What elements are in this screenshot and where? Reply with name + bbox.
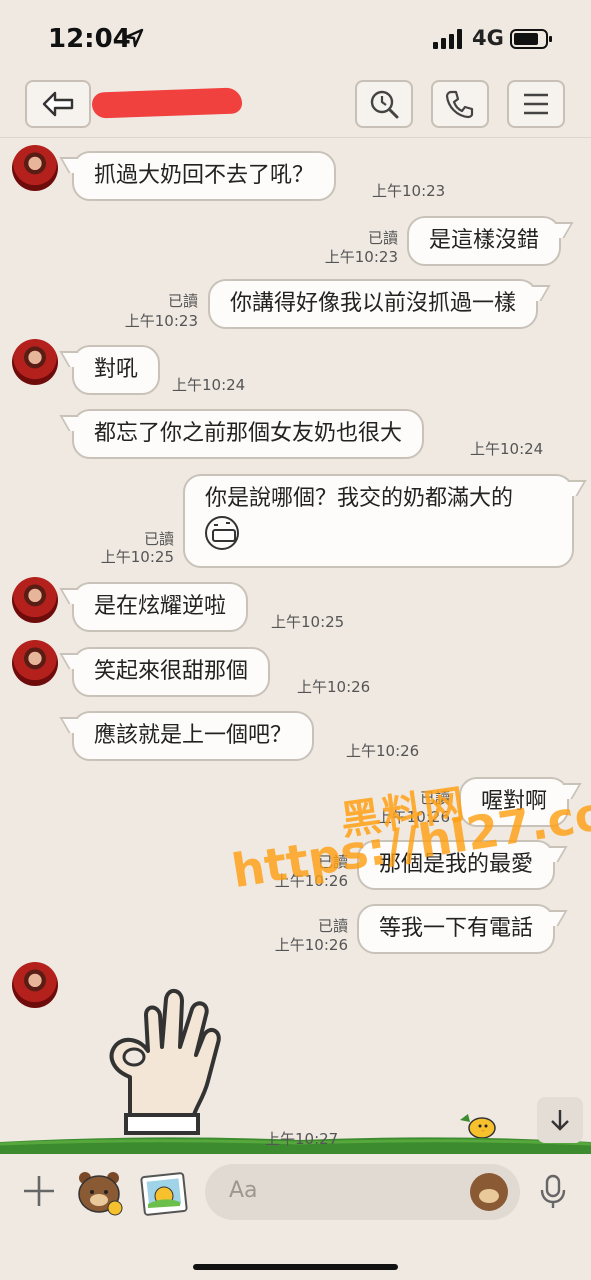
signal-icon [433, 29, 462, 49]
message-bubble[interactable]: 應該就是上一個吧？ [72, 711, 315, 761]
status-time: 12:04 [48, 24, 131, 54]
redacted-contact-name [91, 87, 243, 119]
message-time: 上午10:24 [172, 376, 246, 394]
back-button[interactable] [25, 80, 91, 128]
message-bubble[interactable]: 是在炫耀逆啦 [72, 582, 249, 632]
message-input[interactable] [229, 1178, 449, 1203]
avatar[interactable] [12, 339, 58, 385]
message-time: 上午10:24 [470, 440, 544, 458]
message-time: 上午10:25 [100, 548, 174, 566]
read-receipt: 已讀 [167, 292, 198, 310]
message-time: 上午10:26 [274, 936, 348, 954]
message-bubble[interactable]: 抓過大奶回不去了吼？ [72, 151, 337, 201]
message-bubble[interactable]: 對吼 [72, 345, 161, 395]
message-bubble[interactable]: 是這樣沒錯 [407, 216, 562, 266]
grimace-emoji-icon [205, 516, 239, 550]
menu-button[interactable] [507, 80, 565, 128]
status-bar: 12:04 4G [0, 0, 591, 72]
message-time: 上午10:27 [265, 1130, 339, 1148]
call-button[interactable] [431, 80, 489, 128]
avatar[interactable] [12, 962, 58, 1008]
message-time: 上午10:25 [271, 613, 345, 631]
message-bubble[interactable]: 你講得好像我以前沒抓過一樣 [208, 279, 539, 329]
location-arrow-icon [124, 28, 144, 48]
message-bubble[interactable]: 都忘了你之前那個女友奶也很大 [72, 409, 425, 459]
message-bubble[interactable]: 等我一下有電話 [357, 904, 556, 954]
message-time: 上午10:26 [346, 742, 420, 760]
message-bubble[interactable]: 你是說哪個？我交的奶都滿大的 [183, 474, 574, 568]
avatar[interactable] [12, 145, 58, 191]
microphone-icon[interactable] [540, 1174, 566, 1210]
emoji-button[interactable] [470, 1173, 508, 1211]
chat-header [0, 72, 591, 138]
search-icon [370, 90, 399, 119]
message-bubble[interactable]: 笑起來很甜那個 [72, 647, 271, 697]
read-receipt: 已讀 [367, 229, 398, 247]
hamburger-icon [524, 93, 548, 115]
message-time: 上午10:23 [372, 182, 446, 200]
message-input-container [205, 1164, 520, 1220]
scroll-to-bottom-button[interactable] [537, 1097, 583, 1143]
network-label: 4G [472, 26, 504, 50]
bird-icon [460, 1114, 496, 1138]
avatar[interactable] [12, 640, 58, 686]
home-indicator[interactable] [193, 1264, 398, 1270]
search-button[interactable] [355, 80, 413, 128]
message-time: 上午10:23 [124, 312, 198, 330]
input-bar [0, 1154, 591, 1280]
read-receipt: 已讀 [317, 917, 348, 935]
message-time: 上午10:26 [297, 678, 371, 696]
message-text: 你是說哪個？我交的奶都滿大的 [205, 486, 514, 511]
back-arrow-icon [42, 91, 74, 117]
arrow-down-icon [551, 1110, 569, 1131]
message-time: 上午10:23 [324, 248, 398, 266]
sticker-button[interactable] [75, 1168, 123, 1216]
read-receipt: 已讀 [143, 530, 174, 548]
avatar[interactable] [12, 577, 58, 623]
image-button[interactable] [140, 1170, 188, 1218]
phone-icon [445, 90, 474, 119]
ok-hand-sticker[interactable] [100, 985, 230, 1145]
add-button[interactable] [22, 1174, 56, 1215]
battery-icon [510, 29, 552, 49]
plus-icon [24, 1176, 54, 1206]
